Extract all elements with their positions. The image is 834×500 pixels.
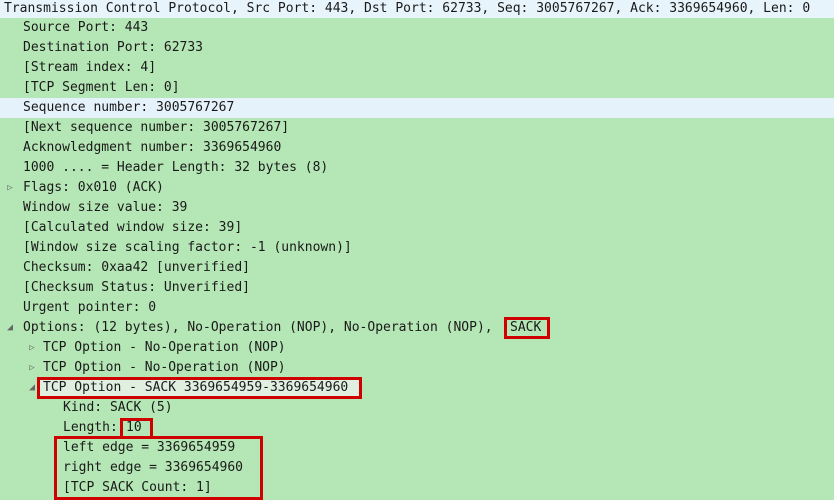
field-label: [Stream index: 4] xyxy=(23,60,157,75)
field-label: Source Port: 443 xyxy=(23,20,149,35)
field-label: Destination Port: 62733 xyxy=(23,40,204,55)
field-source-port[interactable]: Source Port: 443 xyxy=(0,18,834,38)
field-stream-index[interactable]: [Stream index: 4] xyxy=(0,58,834,78)
field-next-sequence-number[interactable]: [Next sequence number: 3005767267] xyxy=(0,118,834,138)
triangle-right-icon[interactable]: ▷ xyxy=(27,338,37,358)
field-checksum[interactable]: Checksum: 0xaa42 [unverified] xyxy=(0,258,834,278)
field-label: Window size value: 39 xyxy=(23,200,188,215)
field-label: Options: (12 bytes), No-Operation (NOP),… xyxy=(23,320,493,335)
field-destination-port[interactable]: Destination Port: 62733 xyxy=(0,38,834,58)
triangle-right-icon[interactable]: ▷ xyxy=(5,178,15,198)
field-segment-len[interactable]: [TCP Segment Len: 0] xyxy=(0,78,834,98)
triangle-right-icon[interactable]: ▷ xyxy=(27,358,37,378)
option-sack-kind[interactable]: Kind: SACK (5) xyxy=(0,398,834,418)
field-urgent-pointer[interactable]: Urgent pointer: 0 xyxy=(0,298,834,318)
option-sack[interactable]: ◢ TCP Option - SACK 3369654959-336965496… xyxy=(0,377,834,399)
field-options[interactable]: ◢ Options: (12 bytes), No-Operation (NOP… xyxy=(0,317,834,339)
triangle-down-icon[interactable]: ◢ xyxy=(27,378,37,398)
tcp-header-label: Transmission Control Protocol, Src Port:… xyxy=(4,1,811,16)
field-label: Checksum: 0xaa42 [unverified] xyxy=(23,260,250,275)
field-label: [Checksum Status: Unverified] xyxy=(23,280,250,295)
sack-edges-highlight-box xyxy=(54,436,263,500)
field-ack-number[interactable]: Acknowledgment number: 3369654960 xyxy=(0,138,834,158)
field-flags[interactable]: ▷ Flags: 0x010 (ACK) xyxy=(0,178,834,198)
field-label: Flags: 0x010 (ACK) xyxy=(23,180,164,195)
option-label: TCP Option - No-Operation (NOP) xyxy=(43,360,286,375)
field-window-size-value[interactable]: Window size value: 39 xyxy=(0,198,834,218)
packet-details-tree: Transmission Control Protocol, Src Port:… xyxy=(0,0,834,500)
option-label: Length: xyxy=(63,420,118,435)
field-label: 1000 .... = Header Length: 32 bytes (8) xyxy=(23,160,329,175)
option-label: TCP Option - No-Operation (NOP) xyxy=(43,340,286,355)
field-header-length[interactable]: 1000 .... = Header Length: 32 bytes (8) xyxy=(0,158,834,178)
tcp-header-row[interactable]: Transmission Control Protocol, Src Port:… xyxy=(0,0,834,18)
option-label: Kind: SACK (5) xyxy=(63,400,173,415)
field-label: [Window size scaling factor: -1 (unknown… xyxy=(23,240,352,255)
field-label: Acknowledgment number: 3369654960 xyxy=(23,140,282,155)
option-nop-1[interactable]: ▷ TCP Option - No-Operation (NOP) xyxy=(0,338,834,358)
field-label: [TCP Segment Len: 0] xyxy=(23,80,180,95)
option-nop-2[interactable]: ▷ TCP Option - No-Operation (NOP) xyxy=(0,358,834,378)
field-label: [Next sequence number: 3005767267] xyxy=(23,120,290,135)
field-checksum-status[interactable]: [Checksum Status: Unverified] xyxy=(0,278,834,298)
sack-option-highlight-box xyxy=(37,377,362,399)
field-label: [Calculated window size: 39] xyxy=(23,220,243,235)
sack-highlight-box xyxy=(504,317,550,339)
field-sequence-number[interactable]: Sequence number: 3005767267 xyxy=(0,98,834,118)
field-window-scaling-factor[interactable]: [Window size scaling factor: -1 (unknown… xyxy=(0,238,834,258)
field-calculated-window-size[interactable]: [Calculated window size: 39] xyxy=(0,218,834,238)
option-sack-length[interactable]: Length: 10 xyxy=(0,418,834,439)
field-label: Urgent pointer: 0 xyxy=(23,300,157,315)
field-label: Sequence number: 3005767267 xyxy=(23,100,235,115)
triangle-down-icon[interactable]: ◢ xyxy=(5,318,15,338)
